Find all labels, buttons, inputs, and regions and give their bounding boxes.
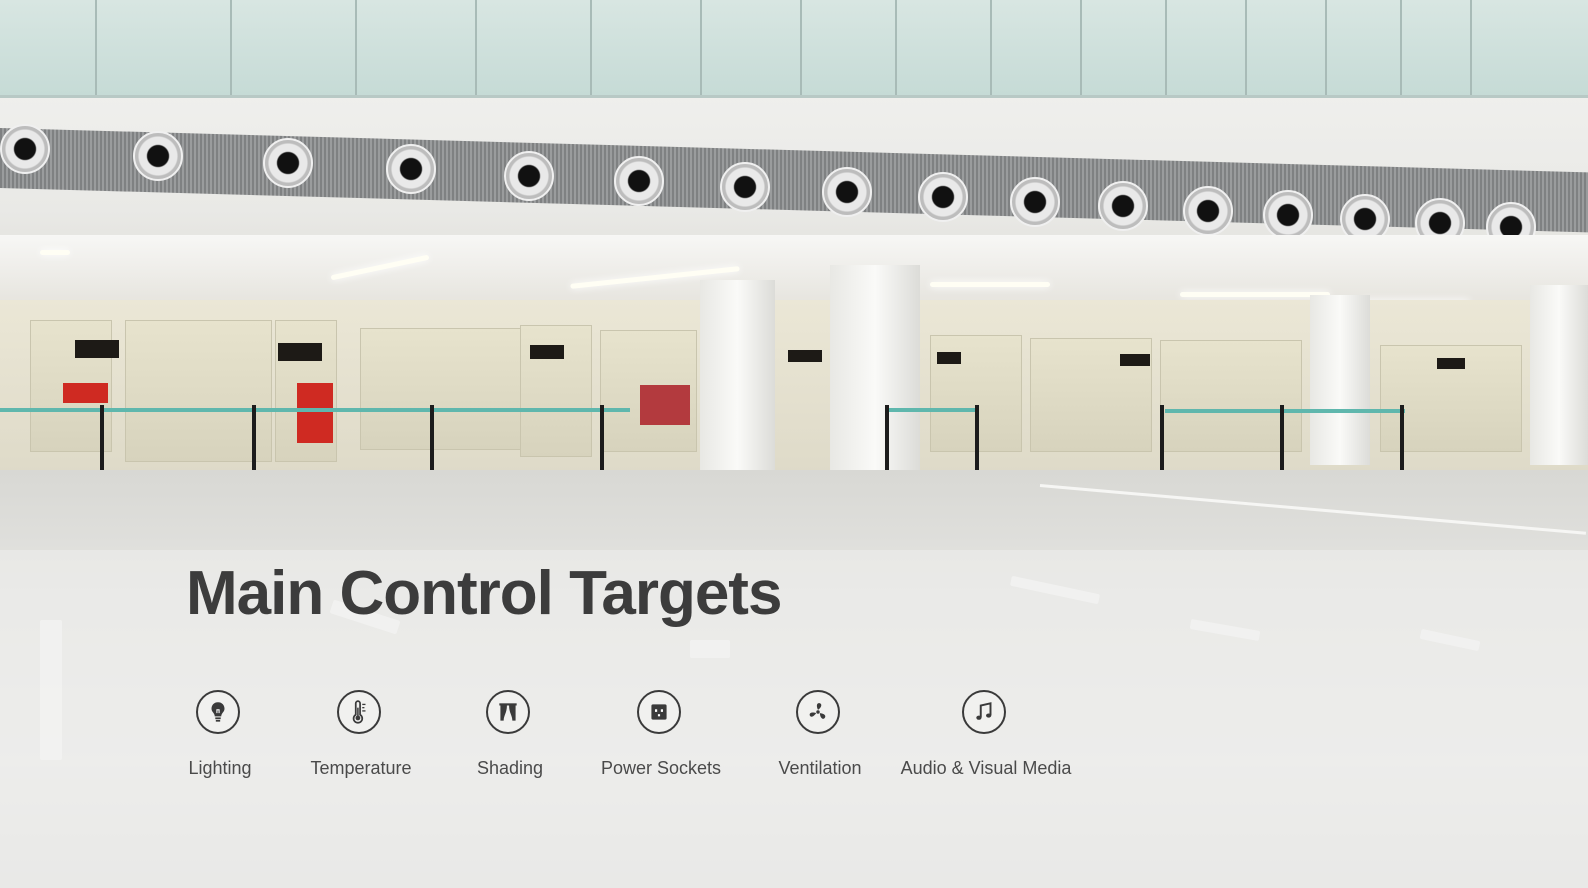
checkpoint-booth <box>125 320 272 462</box>
target-power-sockets: Power Sockets <box>591 688 731 788</box>
barrier-post <box>1280 405 1284 473</box>
queue-barrier-rope <box>0 408 630 412</box>
fan-icon <box>796 690 840 734</box>
red-panel <box>63 383 108 403</box>
ceiling-light <box>40 250 70 255</box>
queue-barrier-rope <box>885 408 975 412</box>
pillar <box>700 280 775 470</box>
air-vent <box>1010 177 1060 227</box>
barrier-post <box>975 405 979 477</box>
booth-number-sign <box>530 345 564 359</box>
slide-title: Main Control Targets <box>186 559 782 628</box>
target-shading: Shading <box>440 688 580 788</box>
queue-barrier-rope <box>1165 409 1405 413</box>
pillar <box>1530 285 1588 465</box>
pillar <box>830 265 920 470</box>
air-vent <box>133 131 183 181</box>
air-vent <box>614 156 664 206</box>
music-note-icon <box>962 690 1006 734</box>
booth-number-sign <box>1437 358 1465 369</box>
lightbulb-icon <box>196 690 240 734</box>
air-vent <box>0 124 50 174</box>
booth-number-sign <box>788 350 822 362</box>
ceiling-light <box>930 282 1050 287</box>
power-socket-icon <box>637 690 681 734</box>
control-targets-list: Lighting Temperature Shading Power Socke… <box>0 688 1588 788</box>
checkpoint-booth <box>360 328 522 450</box>
air-vent <box>263 138 313 188</box>
booth-number-sign <box>75 340 119 358</box>
air-vent <box>386 144 436 194</box>
booth-number-sign <box>278 343 322 361</box>
air-vent <box>1098 181 1148 231</box>
air-vent <box>918 172 968 222</box>
air-vent <box>720 162 770 212</box>
glass-balustrade <box>0 0 1588 98</box>
air-vent <box>822 167 872 217</box>
air-vent <box>1263 190 1313 240</box>
target-ventilation: Ventilation <box>750 688 890 788</box>
booth-number-sign <box>1120 354 1150 366</box>
barrier-post <box>1400 405 1404 471</box>
air-vent <box>1183 186 1233 236</box>
curtain-icon <box>486 690 530 734</box>
red-panel <box>297 383 333 443</box>
air-vent <box>504 151 554 201</box>
red-panel <box>640 385 690 425</box>
thermometer-icon <box>337 690 381 734</box>
barrier-post <box>885 405 889 480</box>
barrier-post <box>1160 405 1164 473</box>
target-audio-visual-media: Audio & Visual Media <box>901 688 1071 788</box>
slide: Main Control Targets Lighting Temperatur… <box>0 0 1588 888</box>
target-label: Audio & Visual Media <box>900 758 1072 778</box>
pillar <box>1310 295 1370 465</box>
ceiling-light <box>1180 292 1330 297</box>
booth-number-sign <box>937 352 961 364</box>
